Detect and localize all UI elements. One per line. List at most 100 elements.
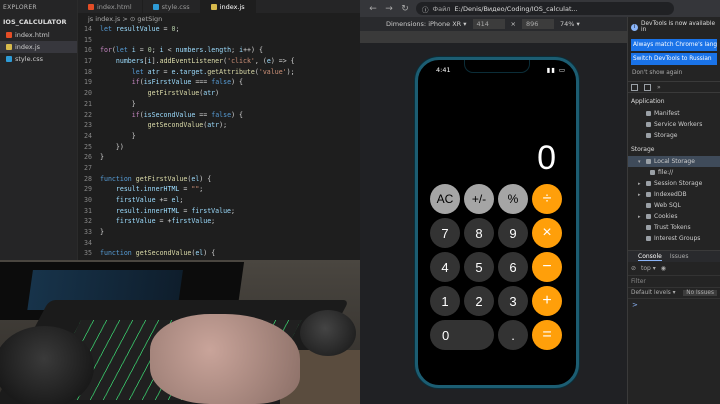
item-label: Interest Groups [654,235,701,242]
calc-key[interactable]: AC [430,184,460,214]
calc-key[interactable]: 4 [430,252,460,282]
tab-index-html[interactable]: index.html [78,0,143,13]
devtools-item[interactable]: Service Workers [628,119,720,130]
devtools-item[interactable]: Web SQL [628,200,720,211]
devtools-item[interactable]: Storage [628,130,720,141]
code-line[interactable]: 15 [78,35,360,46]
line-text: } [131,99,136,108]
address-bar[interactable]: ⓘ Файл E:/Denis/Видео/Coding/IOS_calcula… [416,2,674,15]
code-line[interactable]: 27 [78,163,360,174]
item-icon [646,203,651,208]
code-area[interactable]: 14 let resultValue = 0; 15 16 for(let i = 0;… [78,24,360,260]
console-prompt[interactable]: > [628,299,720,311]
dimensions-select[interactable]: Dimensions: iPhone XR ▾ [386,20,467,28]
code-line[interactable]: 32 firstValue = +firstValue; [78,216,360,227]
calc-key[interactable]: 6 [498,252,528,282]
code-line[interactable]: 25 }) [78,142,360,153]
more-tabs-icon[interactable]: » [657,84,661,91]
drawer-tabs: Console Issues [628,250,720,262]
calc-key[interactable]: − [532,252,562,282]
calc-key[interactable]: 1 [430,286,460,316]
item-icon [646,111,651,116]
code-line[interactable]: 23 getSecondValue(atr); [78,120,360,131]
devtools-item[interactable]: ▸ Cookies [628,211,720,222]
calc-key[interactable]: . [498,320,528,350]
devtools-item[interactable]: Interest Groups [628,233,720,244]
tab-index-js[interactable]: index.js [200,0,256,13]
expand-icon: ▸ [638,191,641,198]
width-input[interactable]: 414 [472,19,505,29]
clear-console-icon[interactable]: ⊘ [631,265,636,272]
code-line[interactable]: 19 if(isFirstValue === false) { [78,77,360,88]
reload-icon[interactable]: ↻ [400,4,410,14]
file-item-index-js[interactable]: index.js [0,41,77,53]
calc-key[interactable]: × [532,218,562,248]
file-list: index.html index.js style.css [0,29,77,65]
status-time: 4:41 [436,66,451,74]
calc-key[interactable]: 3 [498,286,528,316]
code-line[interactable]: 22 if(isSecondValue == false) { [78,110,360,121]
code-line[interactable]: 29 result.innerHTML = ""; [78,184,360,195]
code-line[interactable]: 33} [78,227,360,238]
code-line[interactable]: 35 function getSecondValue(el) { [78,248,360,259]
code-line[interactable]: 24 } [78,131,360,142]
calc-key[interactable]: = [532,320,562,350]
code-line[interactable]: 26} [78,152,360,163]
calc-key[interactable]: 0 [430,320,494,350]
code-line[interactable]: 21 } [78,99,360,110]
code-line[interactable]: 16 for(let i = 0; i < numbers.length; i++… [78,45,360,56]
phone-status-bar: 4:41 ▮▮ ▭ [436,66,566,74]
dont-show-again-link[interactable]: Don't show again [628,67,720,79]
issues-tab[interactable]: Issues [670,253,689,260]
line-text: numbers[i].addEventListener('click', (e)… [100,57,295,66]
code-line[interactable]: 17 numbers[i].addEventListener('click', … [78,56,360,67]
code-line[interactable]: 14 let resultValue = 0; [78,24,360,35]
device-icon[interactable] [644,83,651,91]
line-text: firstValue = +firstValue; [100,217,216,226]
expand-icon: ▸ [638,213,641,220]
calc-key[interactable]: % [498,184,528,214]
issues-badge[interactable]: No Issues [683,290,717,296]
code-line[interactable]: 20 getFirstValue(atr) [78,88,360,99]
code-line[interactable]: 28 function getFirstValue(el) { [78,174,360,185]
devtools-item[interactable]: ▸ IndexedDB [628,189,720,200]
back-icon[interactable]: ← [368,4,378,14]
devtools-item[interactable]: ▸ Session Storage [628,178,720,189]
console-tab[interactable]: Console [638,253,662,261]
calc-key[interactable]: +/- [464,184,494,214]
local-storage-file-item[interactable]: file:// [628,167,720,178]
code-line[interactable]: 34 [78,238,360,249]
height-input[interactable]: 896 [521,19,554,29]
line-number: 14 [84,25,92,33]
calc-key[interactable]: + [532,286,562,316]
inspect-icon[interactable] [631,83,638,91]
calc-key[interactable]: 8 [464,218,494,248]
context-select[interactable]: top ▾ [641,265,656,272]
forward-icon[interactable]: → [384,4,394,14]
local-storage-label: Local Storage [654,158,695,165]
switch-russian-button[interactable]: Switch DevTools to Russian [631,53,717,65]
tab-style-css[interactable]: style.css [143,0,201,13]
devtools-item[interactable]: Trust Tokens [628,222,720,233]
calc-key[interactable]: 9 [498,218,528,248]
explorer-panel: EXPLORER IOS_CALCULATOR index.html index.… [0,0,78,260]
code-line[interactable]: 18 let atr = e.target.getAttribute('valu… [78,67,360,78]
calc-key[interactable]: 2 [464,286,494,316]
code-line[interactable]: 31 result.innerHTML = firstValue; [78,206,360,217]
local-storage-item[interactable]: ▾ Local Storage [628,156,720,167]
levels-select[interactable]: Default levels ▾ [631,290,676,296]
zoom-select[interactable]: 74% ▾ [560,20,580,28]
devtools-item[interactable]: Manifest [628,108,720,119]
calc-key[interactable]: 7 [430,218,460,248]
console-filter[interactable]: Filter [628,276,720,288]
info-icon[interactable]: ⓘ [422,4,429,14]
breadcrumb[interactable]: js index.js > ⊙ getSign [78,13,360,24]
project-folder[interactable]: IOS_CALCULATOR [0,15,77,29]
file-item-style-css[interactable]: style.css [0,53,77,65]
eye-icon[interactable]: ◉ [661,265,666,272]
file-item-index-html[interactable]: index.html [0,29,77,41]
code-line[interactable]: 30 firstValue += el; [78,195,360,206]
match-language-button[interactable]: Always match Chrome's language [631,39,717,51]
calc-key[interactable]: ÷ [532,184,562,214]
calc-key[interactable]: 5 [464,252,494,282]
